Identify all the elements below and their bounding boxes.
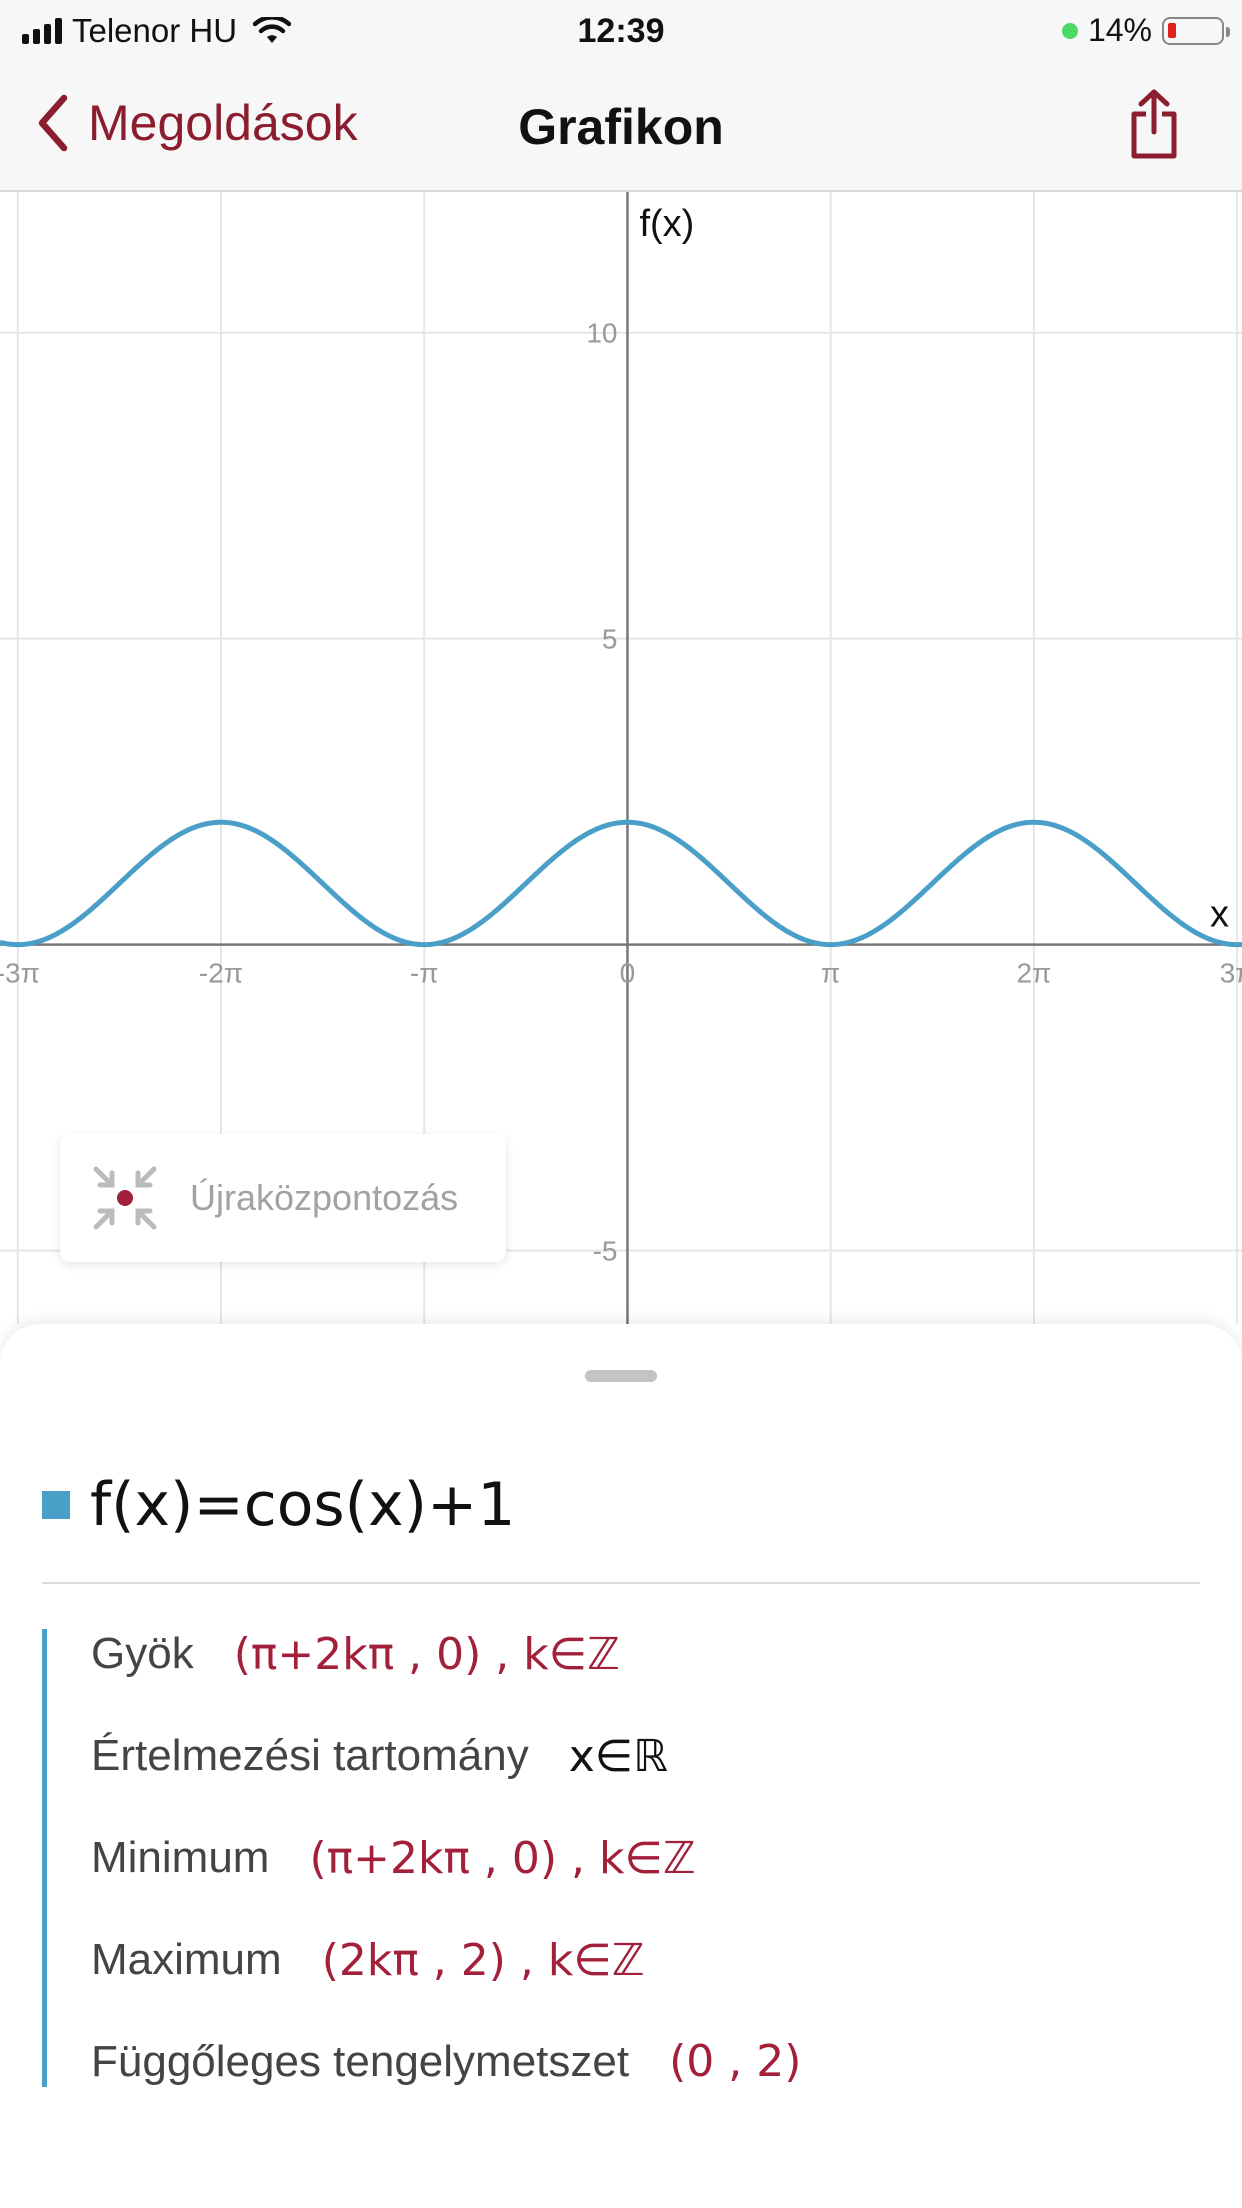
property-row: Maximum (2kπ , 2) , k∈ℤ	[91, 1909, 1241, 2011]
y-tick-label: -5	[593, 1236, 618, 1267]
function-row: f(x)=cos(x)+1	[42, 1470, 515, 1540]
properties-list: Gyök (π+2kπ , 0) , k∈ℤ Értelmezési tartomá…	[42, 1629, 1241, 2087]
recenter-label: Újraközpontozás	[190, 1177, 459, 1218]
share-icon	[1131, 89, 1177, 159]
status-bar: Telenor HU 12:39 14%	[0, 0, 1242, 62]
x-axis-label: x	[1210, 894, 1229, 936]
function-curve	[0, 819, 1242, 948]
property-row: Függőleges tengelymetszet (0 , 2)	[91, 2011, 1241, 2087]
property-name: Maximum	[91, 1935, 282, 1984]
y-axis-label: f(x)	[639, 203, 694, 245]
property-name: Minimum	[91, 1833, 270, 1882]
x-tick-label: -π	[410, 958, 439, 989]
x-tick-label: π	[821, 958, 840, 989]
property-value: (2kπ , 2) , k∈ℤ	[321, 1934, 645, 1986]
x-tick-label: 0	[620, 958, 636, 989]
privacy-indicator-icon	[1061, 22, 1078, 39]
bottom-sheet[interactable]: f(x)=cos(x)+1 Gyök (π+2kπ , 0) , k∈ℤ Értel…	[0, 1324, 1242, 2208]
battery-percent: 14%	[1087, 12, 1152, 48]
recenter-button[interactable]: Újraközpontozás	[60, 1134, 506, 1262]
battery-icon	[1162, 16, 1230, 45]
y-tick-label: 10	[586, 318, 617, 349]
page-title: Grafikon	[518, 99, 724, 155]
property-row: Minimum (π+2kπ , 0) , k∈ℤ	[91, 1807, 1241, 1909]
x-tick-label: -2π	[199, 958, 243, 989]
property-value: (0 , 2)	[669, 2036, 802, 2087]
property-name: Függőleges tengelymetszet	[91, 2037, 630, 2086]
divider	[42, 1582, 1200, 1584]
property-value: (π+2kπ , 0) , k∈ℤ	[233, 1629, 620, 1680]
property-name: Gyök	[91, 1629, 194, 1678]
sheet-drag-handle[interactable]	[585, 1370, 657, 1382]
property-row: Gyök (π+2kπ , 0) , k∈ℤ	[91, 1629, 1241, 1705]
share-button[interactable]	[1128, 88, 1180, 165]
graph-canvas[interactable]: -3π -2π -π 0 π 2π 3π 10 5 -5 f(x) x Újraközpontozás	[0, 192, 1242, 1324]
property-name: Értelmezési tartomány	[91, 1731, 529, 1780]
property-value: x∈ℝ	[568, 1730, 668, 1782]
status-time: 12:39	[577, 12, 665, 50]
x-tick-label: 2π	[1016, 958, 1051, 989]
recenter-icon	[93, 1166, 157, 1230]
status-right: 14%	[1061, 12, 1230, 49]
nav-bar: Megoldások Grafikon	[0, 62, 1242, 192]
function-color-swatch	[42, 1491, 70, 1519]
x-tick-label: 3π	[1220, 958, 1242, 989]
property-value: (π+2kπ , 0) , k∈ℤ	[309, 1832, 696, 1884]
x-tick-label: -3π	[0, 958, 40, 989]
function-label: f(x)=cos(x)+1	[90, 1470, 516, 1540]
property-row: Értelmezési tartomány x∈ℝ	[91, 1705, 1241, 1807]
y-tick-label: 5	[602, 624, 618, 655]
